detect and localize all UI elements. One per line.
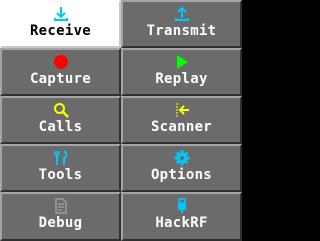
menu-item-options[interactable]: Options — [121, 144, 242, 192]
menu-item-label: Calls — [38, 119, 83, 135]
calls-icon — [53, 102, 69, 118]
receive-icon — [53, 6, 69, 22]
debug-icon — [53, 198, 69, 214]
menu-item-scanner[interactable]: Scanner — [121, 96, 242, 144]
menu-item-replay[interactable]: Replay — [121, 48, 242, 96]
menu-item-debug[interactable]: Debug — [0, 192, 121, 241]
capture-icon — [53, 54, 69, 70]
menu-item-tools[interactable]: Tools — [0, 144, 121, 192]
menu-item-transmit[interactable]: Transmit — [121, 0, 242, 48]
menu-item-hackrf[interactable]: HackRF — [121, 192, 242, 241]
menu-item-label: Options — [150, 167, 213, 183]
gear-icon — [174, 150, 190, 166]
replay-icon — [174, 54, 190, 70]
menu-item-label: Receive — [29, 23, 92, 39]
scanner-icon — [174, 102, 190, 118]
menu-item-receive[interactable]: Receive — [0, 0, 121, 48]
menu-item-label: HackRF — [155, 215, 208, 231]
menu-item-capture[interactable]: Capture — [0, 48, 121, 96]
menu-item-label: Capture — [29, 71, 92, 87]
main-menu: Receive Transmit Capture Replay Calls Sc… — [0, 0, 242, 241]
menu-item-label: Debug — [38, 215, 83, 231]
tools-icon — [53, 150, 69, 166]
menu-item-label: Replay — [155, 71, 208, 87]
transmit-icon — [174, 6, 190, 22]
menu-item-calls[interactable]: Calls — [0, 96, 121, 144]
menu-item-label: Scanner — [150, 119, 213, 135]
menu-item-label: Tools — [38, 167, 83, 183]
usb-icon — [174, 198, 190, 214]
menu-item-label: Transmit — [146, 23, 217, 39]
